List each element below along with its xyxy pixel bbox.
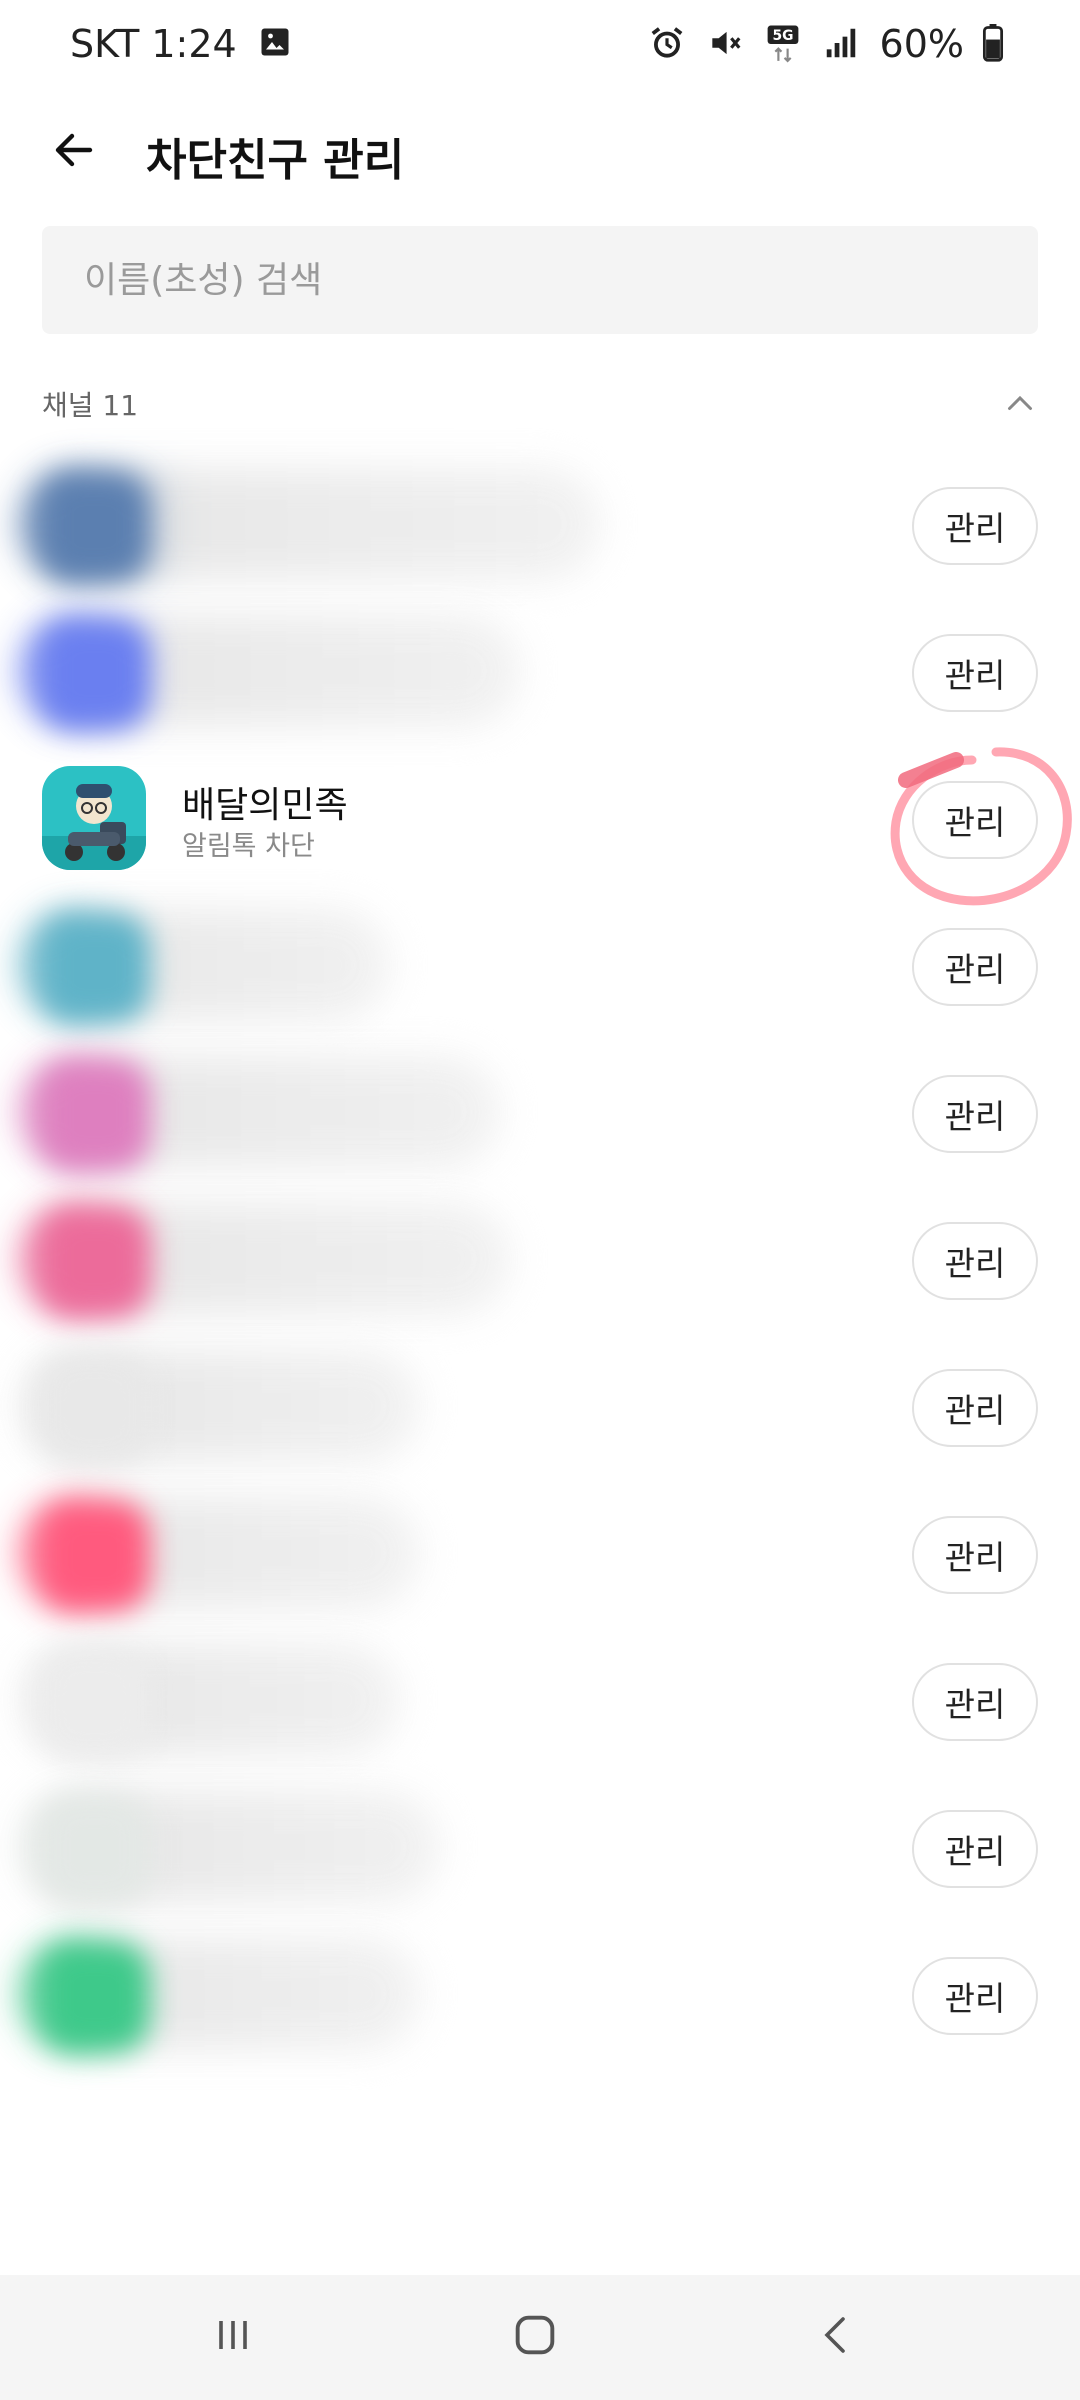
- list-item: 관리: [0, 450, 1080, 597]
- redacted-entry: [0, 1920, 700, 2067]
- manage-button[interactable]: 관리: [912, 928, 1038, 1006]
- blurred-avatar: [40, 1795, 150, 1905]
- blurred-avatar: [40, 1648, 150, 1758]
- section-header[interactable]: 채널 11: [42, 382, 1038, 426]
- home-button[interactable]: [500, 2305, 570, 2369]
- list-item: 관리: [0, 1773, 1080, 1920]
- recent-apps-button[interactable]: [198, 2305, 268, 2369]
- image-icon: [257, 24, 297, 64]
- blurred-avatar: [40, 1207, 150, 1317]
- home-icon: [509, 2309, 561, 2365]
- status-left: SKT 1:24: [70, 22, 297, 66]
- 5g-icon: 5G: [764, 24, 804, 64]
- redacted-entry: [0, 1038, 700, 1185]
- manage-button[interactable]: 관리: [912, 487, 1038, 565]
- manage-button[interactable]: 관리: [912, 1075, 1038, 1153]
- list-item: 관리: [0, 1332, 1080, 1479]
- signal-icon: [822, 24, 862, 64]
- section-label: 채널 11: [42, 389, 139, 422]
- redacted-entry: [0, 1773, 700, 1920]
- blurred-avatar: [40, 472, 150, 582]
- blurred-avatar: [40, 1942, 150, 2052]
- manage-button[interactable]: 관리: [912, 1957, 1038, 2035]
- nav-back-button[interactable]: [802, 2305, 872, 2369]
- list-item: 배달의민족알림톡 차단 관리: [0, 744, 1080, 906]
- carrier-time: SKT 1:24: [70, 22, 237, 66]
- back-chevron-icon: [813, 2311, 861, 2363]
- baemin-app-icon: [42, 766, 146, 870]
- blocked-channel-list: 관리 관리 배달의민족 알림톡 차단 관리 관리 관리 관리 관리 관리 관리 관리 관리: [0, 450, 1080, 2067]
- redacted-entry: [0, 450, 700, 597]
- page-title: 차단친구 관리: [146, 135, 405, 186]
- redacted-entry: [0, 1626, 700, 1773]
- screen: SKT 1:24 5G 60% 차단친구 관리 이름(초성) 검색 채널 11 …: [0, 0, 1080, 2400]
- list-item: 관리: [0, 1479, 1080, 1626]
- chevron-up-icon[interactable]: [1002, 386, 1038, 422]
- battery-percent: 60%: [879, 22, 964, 66]
- blurred-avatar: [40, 913, 150, 1023]
- manage-button[interactable]: 관리: [912, 1663, 1038, 1741]
- header: 차단친구 관리: [0, 110, 1080, 194]
- status-right: 5G 60%: [648, 22, 1008, 66]
- recent-apps-icon: [209, 2311, 257, 2363]
- blurred-avatar: [40, 619, 150, 729]
- manage-button[interactable]: 관리: [912, 1516, 1038, 1594]
- manage-button[interactable]: 관리: [912, 634, 1038, 712]
- list-item: 관리: [0, 1038, 1080, 1185]
- navigation-bar: [0, 2275, 1080, 2400]
- back-button[interactable]: [44, 122, 104, 182]
- list-item: 관리: [0, 1185, 1080, 1332]
- redacted-entry: [0, 891, 700, 1038]
- channel-subtitle: 알림톡 차단: [182, 831, 315, 862]
- arrow-left-icon: [50, 126, 98, 178]
- blurred-avatar: [40, 1060, 150, 1170]
- list-item: 관리: [0, 1626, 1080, 1773]
- alarm-icon: [648, 24, 688, 64]
- svg-text:5G: 5G: [772, 28, 793, 44]
- search-box[interactable]: [42, 226, 1038, 334]
- manage-button[interactable]: 관리: [912, 1810, 1038, 1888]
- channel-name: 배달의민족: [182, 785, 348, 826]
- mute-icon: [706, 24, 746, 64]
- manage-button[interactable]: 관리: [912, 1369, 1038, 1447]
- redacted-entry: [0, 597, 700, 744]
- list-item: 관리: [0, 891, 1080, 1038]
- redacted-entry: [0, 1185, 700, 1332]
- redacted-entry: [0, 1479, 700, 1626]
- redacted-entry: [0, 1332, 700, 1479]
- battery-icon: [982, 24, 1008, 64]
- blurred-avatar: [40, 1354, 150, 1464]
- blurred-avatar: [40, 1501, 150, 1611]
- manage-button[interactable]: 관리: [912, 781, 1038, 859]
- list-item: 관리: [0, 597, 1080, 744]
- manage-button[interactable]: 관리: [912, 1222, 1038, 1300]
- search-input[interactable]: [84, 259, 1038, 301]
- status-bar: SKT 1:24 5G 60%: [0, 0, 1080, 96]
- list-item: 관리: [0, 1920, 1080, 2067]
